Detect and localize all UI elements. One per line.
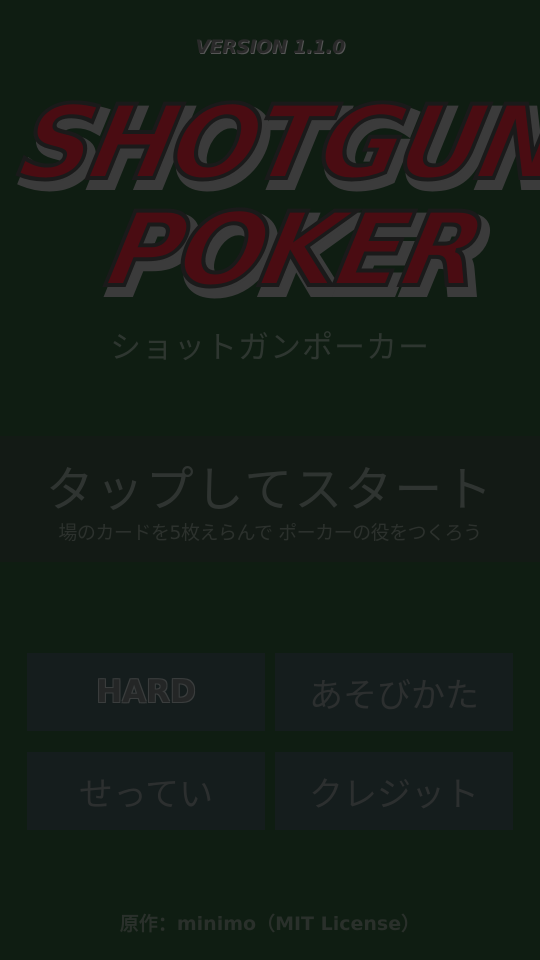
how-to-play-button[interactable]: あそびかた: [275, 653, 513, 731]
tap-to-start-area[interactable]: タップしてスタート 場のカードを5枚えらんで ポーカーの役をつくろう: [0, 436, 540, 562]
game-logo: SHOTGUN POKER SHOTGUN POKER: [0, 70, 540, 320]
logo-line1: SHOTGUN: [10, 84, 540, 203]
game-subtitle: ショットガンポーカー: [110, 330, 430, 366]
original-credit: 原作：minimo（MIT License）: [119, 913, 421, 935]
title-screen[interactable]: VERSION 1.1.0 SHOTGUN POKER SHOTGUN POKE…: [0, 0, 540, 960]
difficulty-button[interactable]: HARD: [27, 653, 265, 731]
instructions-hint: 場のカードを5枚えらんで ポーカーの役をつくろう: [58, 522, 482, 544]
version-label: VERSION 1.1.0: [195, 36, 345, 58]
tap-to-start-label: タップしてスタート: [45, 462, 495, 518]
credits-button[interactable]: クレジット: [275, 752, 513, 830]
settings-button[interactable]: せってい: [27, 752, 265, 830]
logo-line2: POKER: [98, 191, 492, 310]
